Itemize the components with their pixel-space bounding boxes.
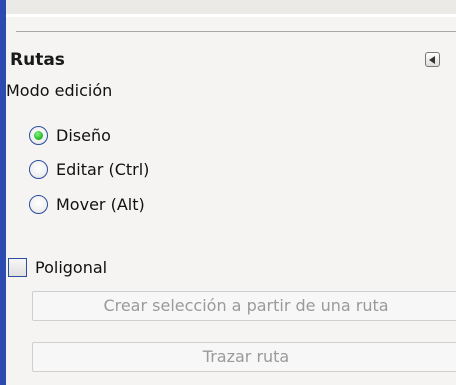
polygonal-checkbox-row[interactable]: Poligonal xyxy=(8,258,107,277)
radio-move-label: Mover (Alt) xyxy=(56,195,145,214)
stroke-path-button[interactable]: Trazar ruta xyxy=(32,342,456,372)
edit-mode-label: Modo edición xyxy=(6,81,113,100)
checkbox-icon[interactable] xyxy=(8,258,27,277)
radio-design[interactable]: Diseño xyxy=(29,126,111,145)
collapse-icon[interactable] xyxy=(425,52,440,67)
panel-title: Rutas xyxy=(10,50,65,70)
radio-design-label: Diseño xyxy=(56,126,111,145)
radio-icon[interactable] xyxy=(29,195,48,214)
paths-tool-options: Rutas Modo edición Diseño Editar (Ctrl) … xyxy=(6,17,456,385)
dock-top-area xyxy=(6,0,456,14)
polygonal-label: Poligonal xyxy=(35,258,108,277)
radio-icon[interactable] xyxy=(29,160,48,179)
radio-edit-label: Editar (Ctrl) xyxy=(56,160,150,179)
radio-move[interactable]: Mover (Alt) xyxy=(29,195,145,214)
radio-edit[interactable]: Editar (Ctrl) xyxy=(29,160,149,179)
create-selection-from-path-button[interactable]: Crear selección a partir de una ruta xyxy=(32,291,456,321)
radio-selected-icon[interactable] xyxy=(29,126,48,145)
separator xyxy=(16,31,456,32)
